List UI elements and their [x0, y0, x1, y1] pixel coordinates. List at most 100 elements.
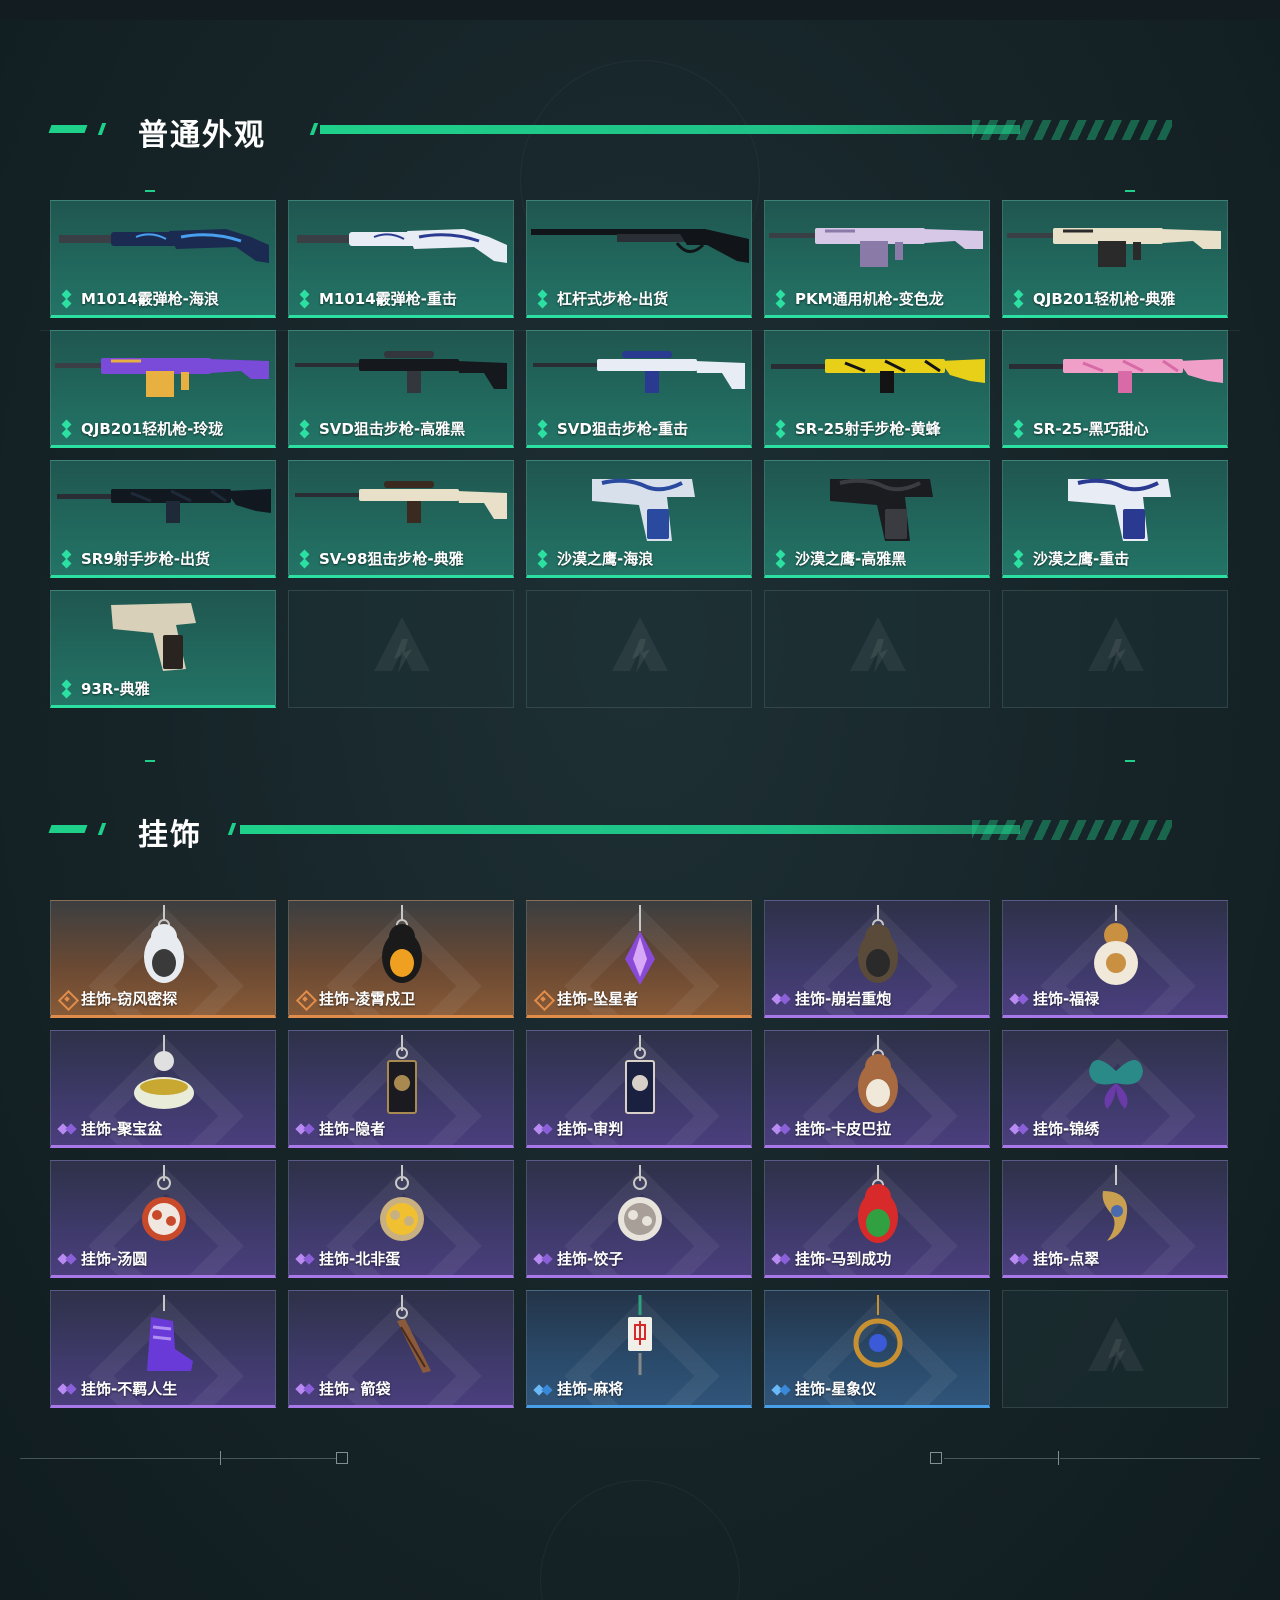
charm-card[interactable]: 挂饰-汤圆	[50, 1160, 276, 1278]
item-image	[1068, 478, 1171, 541]
item-image	[142, 1165, 186, 1241]
rarity-diamond-icon	[773, 291, 789, 307]
item-name: 挂饰-坠星者	[557, 990, 639, 1008]
skin-card[interactable]: SVD狙击步枪-高雅黑	[288, 330, 514, 448]
skin-card[interactable]: 沙漠之鹰-高雅黑	[764, 460, 990, 578]
rarity-diamond-icon	[535, 991, 551, 1007]
charm-card[interactable]: 挂饰-隐者	[288, 1030, 514, 1148]
charm-card[interactable]: 挂饰-星象仪	[764, 1290, 990, 1408]
skin-card[interactable]: 93R-典雅	[50, 590, 276, 708]
item-label: 挂饰-马到成功	[773, 1248, 891, 1269]
charm-card[interactable]: 挂饰-坠星者	[526, 900, 752, 1018]
item-image	[144, 905, 184, 983]
item-image	[533, 351, 745, 393]
placeholder-logo-icon	[374, 617, 430, 673]
skin-card[interactable]: SR9射手步枪-出货	[50, 460, 276, 578]
item-label: 挂饰-隐者	[297, 1118, 385, 1139]
item-name: SR9射手步枪-出货	[81, 550, 211, 568]
item-name: 挂饰-马到成功	[795, 1250, 892, 1268]
skin-card[interactable]: QJB201轻机枪-玲珑	[50, 330, 276, 448]
skin-card[interactable]: 杠杆式步枪-出货	[526, 200, 752, 318]
item-image	[1007, 228, 1221, 267]
item-name: PKM通用机枪-变色龙	[795, 290, 944, 308]
item-image	[134, 1035, 194, 1109]
item-name: 沙漠之鹰-重击	[1033, 550, 1130, 568]
charm-card[interactable]: 挂饰-锦绣	[1002, 1030, 1228, 1148]
charm-card[interactable]: 挂饰- 箭袋	[288, 1290, 514, 1408]
skin-card[interactable]: SV-98狙击步枪-典雅	[288, 460, 514, 578]
item-image	[55, 358, 269, 397]
footer-divider	[220, 1451, 221, 1465]
corner-tick	[1125, 760, 1135, 762]
charm-card[interactable]: 挂饰-卡皮巴拉	[764, 1030, 990, 1148]
item-image	[387, 1035, 417, 1114]
item-name: SR-25-黑巧甜心	[1033, 420, 1149, 438]
item-name: QJB201轻机枪-典雅	[1033, 290, 1176, 308]
item-image	[771, 359, 985, 393]
rarity-diamond-icon	[59, 421, 75, 437]
item-image	[592, 478, 695, 541]
charm-card[interactable]: 挂饰-不羁人生	[50, 1290, 276, 1408]
rarity-diamond-icon	[773, 991, 789, 1007]
item-label: 沙漠之鹰-高雅黑	[773, 548, 906, 569]
charm-card[interactable]: 挂饰-凌霄戍卫	[288, 900, 514, 1018]
item-name: 挂饰-窃风密探	[81, 990, 178, 1008]
header-bar	[240, 825, 1020, 834]
item-name: 挂饰- 箭袋	[319, 1380, 391, 1398]
skin-card[interactable]: 沙漠之鹰-重击	[1002, 460, 1228, 578]
charm-card[interactable]: 挂饰-饺子	[526, 1160, 752, 1278]
charm-card[interactable]: 挂饰-崩岩重炮	[764, 900, 990, 1018]
charm-card[interactable]: 挂饰-点翠	[1002, 1160, 1228, 1278]
rarity-diamond-icon	[297, 421, 313, 437]
skin-card[interactable]: SVD狙击步枪-重击	[526, 330, 752, 448]
item-name: QJB201轻机枪-玲珑	[81, 420, 224, 438]
rarity-diamond-icon	[1011, 421, 1027, 437]
skin-card[interactable]: SR-25-黑巧甜心	[1002, 330, 1228, 448]
item-image	[396, 1295, 431, 1373]
item-name: M1014霰弹枪-重击	[319, 290, 457, 308]
rarity-diamond-icon	[773, 1381, 789, 1397]
charm-card[interactable]: 挂饰-窃风密探	[50, 900, 276, 1018]
charm-card[interactable]: 挂饰-审判	[526, 1030, 752, 1148]
rarity-diamond-icon	[59, 551, 75, 567]
item-image	[111, 603, 196, 671]
item-name: 沙漠之鹰-海浪	[557, 550, 654, 568]
item-label: 挂饰- 箭袋	[297, 1378, 390, 1399]
rarity-diamond-icon	[535, 1251, 551, 1267]
item-label: 挂饰-审判	[535, 1118, 623, 1139]
rarity-diamond-icon	[1011, 1251, 1027, 1267]
charm-card[interactable]: 挂饰-马到成功	[764, 1160, 990, 1278]
skin-card[interactable]: SR-25射手步枪-黄蜂	[764, 330, 990, 448]
item-label: M1014霰弹枪-重击	[297, 288, 457, 309]
empty-slot	[764, 590, 990, 708]
item-label: QJB201轻机枪-玲珑	[59, 418, 223, 439]
charm-card[interactable]: 挂饰-聚宝盆	[50, 1030, 276, 1148]
rarity-diamond-icon	[1011, 551, 1027, 567]
charm-card[interactable]: 挂饰-北非蛋	[288, 1160, 514, 1278]
item-image	[853, 1295, 903, 1368]
rarity-diamond-icon	[297, 1381, 313, 1397]
item-label: 挂饰-凌霄戍卫	[297, 988, 415, 1009]
item-name: 沙漠之鹰-高雅黑	[795, 550, 907, 568]
footer-line	[944, 1458, 1058, 1459]
skin-card[interactable]: M1014霰弹枪-重击	[288, 200, 514, 318]
item-image	[625, 1035, 655, 1114]
skin-card[interactable]: QJB201轻机枪-典雅	[1002, 200, 1228, 318]
header-stripe	[97, 823, 107, 835]
skin-card[interactable]: M1014霰弹枪-海浪	[50, 200, 276, 318]
skin-card[interactable]: PKM通用机枪-变色龙	[764, 200, 990, 318]
charm-card[interactable]: 挂饰-福禄	[1002, 900, 1228, 1018]
rarity-diamond-icon	[59, 1251, 75, 1267]
charm-card[interactable]: 挂饰-麻将	[526, 1290, 752, 1408]
item-name: 挂饰-凌霄戍卫	[319, 990, 416, 1008]
section-title: 挂饰	[138, 818, 202, 853]
corner-tick	[1125, 190, 1135, 192]
skins-grid: M1014霰弹枪-海浪 M1014霰弹枪-重击 杠杆式步枪-出货 PKM通用机枪-变色…	[50, 200, 1228, 708]
item-name: 挂饰-审判	[557, 1120, 624, 1138]
item-name: 挂饰-饺子	[557, 1250, 624, 1268]
item-image	[147, 1295, 193, 1371]
item-label: QJB201轻机枪-典雅	[1011, 288, 1175, 309]
rarity-diamond-icon	[535, 1381, 551, 1397]
placeholder-logo-icon	[1088, 617, 1144, 673]
skin-card[interactable]: 沙漠之鹰-海浪	[526, 460, 752, 578]
